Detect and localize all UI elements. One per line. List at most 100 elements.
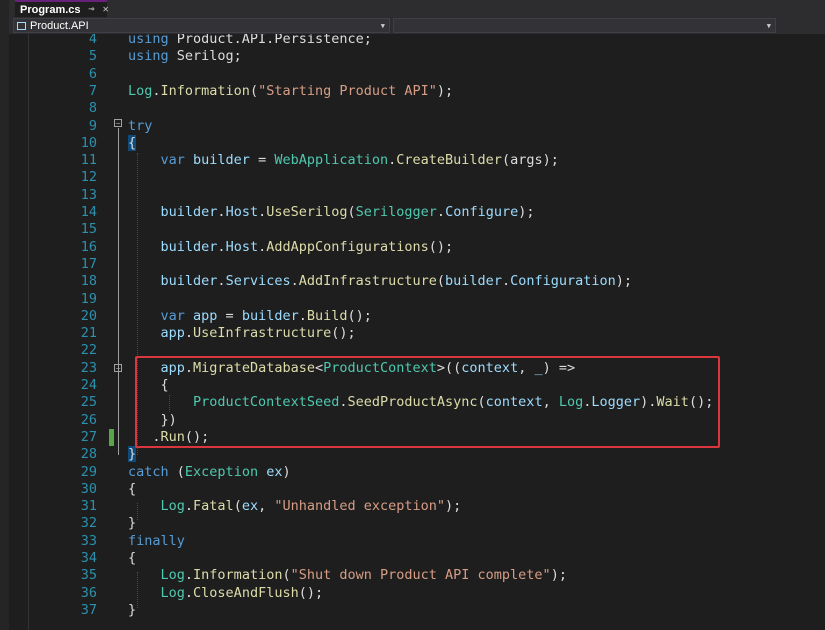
code-token: , — [258, 498, 275, 515]
navigation-bar: Product.API ▼ ▼ — [9, 17, 825, 34]
code-line[interactable]: 8 — [9, 100, 825, 117]
code-token: . — [184, 325, 194, 342]
code-line[interactable]: 29 catch (Exception ex) — [9, 464, 825, 481]
line-number: 33 — [80, 532, 97, 549]
code-line[interactable]: 9 try — [9, 118, 825, 135]
code-text: Log.Information("Starting Product API"); — [128, 83, 453, 100]
code-token: Serilog; — [176, 48, 242, 65]
line-number: 29 — [80, 463, 97, 480]
line-number: 23 — [80, 359, 97, 376]
code-text: Log.Information("Shut down Product API c… — [128, 567, 567, 584]
code-text: Log.CloseAndFlush(); — [128, 585, 324, 602]
code-line[interactable]: 18 builder.Services.AddInfrastructure(bu… — [9, 273, 825, 290]
code-token: . — [258, 238, 267, 255]
code-token: ( — [176, 463, 185, 480]
code-line[interactable]: 32} — [9, 515, 825, 532]
line-number: 27 — [80, 428, 97, 445]
code-line[interactable]: 19 — [9, 291, 825, 308]
code-token: { — [128, 480, 137, 497]
line-number: 12 — [80, 169, 97, 186]
code-token: app — [160, 325, 185, 342]
side-tool-strip[interactable] — [0, 0, 9, 630]
line-number: 36 — [80, 584, 97, 601]
code-token: (); — [347, 307, 372, 324]
code-token: . — [152, 82, 161, 99]
code-token: . — [184, 567, 194, 584]
code-line[interactable]: 17 — [9, 256, 825, 273]
chevron-down-icon: ▼ — [380, 21, 385, 30]
code-token: ); — [445, 498, 462, 515]
code-token: (); — [331, 325, 356, 342]
code-line[interactable]: 30 { — [9, 481, 825, 498]
code-text: using Serilog; — [128, 48, 242, 65]
code-token: = — [217, 307, 242, 324]
code-line[interactable]: 35 Log.Information("Shut down Product AP… — [9, 567, 825, 584]
pin-icon[interactable]: ⊸ — [89, 4, 95, 15]
code-line[interactable]: 13 — [9, 187, 825, 204]
member-dropdown[interactable]: ▼ — [393, 18, 776, 33]
line-number: 21 — [80, 325, 97, 342]
code-line[interactable]: 28} — [9, 446, 825, 463]
indent-guide — [137, 503, 138, 520]
chevron-down-icon: ▼ — [766, 21, 771, 30]
code-editor[interactable]: 4 using Product.API.Persistence; 5 using Se… — [9, 34, 825, 630]
code-token: ex — [241, 498, 259, 515]
code-line[interactable]: 4 using Product.API.Persistence; — [9, 34, 825, 48]
code-line[interactable]: 10 { — [9, 134, 825, 152]
code-line[interactable]: 37} — [9, 602, 825, 619]
code-line[interactable]: 34 { — [9, 550, 825, 567]
code-token: catch — [128, 463, 177, 480]
code-line[interactable]: 20 var app = builder.Build(); — [9, 308, 825, 325]
code-token: ( — [282, 567, 291, 584]
code-token: finally — [128, 532, 185, 549]
code-token: . — [436, 204, 446, 220]
code-line[interactable]: 5 using Serilog; — [9, 48, 825, 65]
code-token: app — [193, 307, 218, 324]
code-line[interactable]: 15 — [9, 221, 825, 238]
code-line[interactable]: 36 Log.CloseAndFlush(); — [9, 585, 825, 602]
code-token: Host — [225, 238, 259, 255]
code-line[interactable]: 14 builder.Host.UseSerilog(Serilogger.Co… — [9, 204, 825, 221]
line-number: 16 — [80, 238, 97, 255]
code-token: ); — [615, 273, 633, 290]
code-token: ( — [436, 273, 446, 290]
line-number: 18 — [80, 273, 97, 290]
line-number: 15 — [80, 221, 97, 238]
line-number: 13 — [80, 186, 97, 203]
code-token: Configuration — [510, 273, 616, 290]
code-token: builder — [160, 238, 218, 255]
code-text: Log.Fatal(ex, "Unhandled exception"); — [128, 498, 462, 515]
code-text: builder.Host.UseSerilog(Serilogger.Confi… — [128, 204, 535, 221]
code-token: try — [128, 117, 153, 134]
code-token: UseSerilog — [266, 204, 348, 220]
fold-toggle-migrate[interactable]: − — [114, 364, 122, 373]
code-token: { — [128, 550, 137, 566]
fold-toggle-try[interactable]: − — [114, 119, 122, 128]
tab-program-cs[interactable]: Program.cs ⊸ ✕ — [15, 0, 109, 17]
code-line[interactable]: 12 — [9, 169, 825, 186]
project-icon — [17, 21, 26, 30]
line-number: 34 — [80, 550, 97, 566]
close-icon[interactable]: ✕ — [103, 4, 109, 15]
line-number: 19 — [80, 290, 97, 307]
project-dropdown[interactable]: Product.API ▼ — [13, 18, 390, 33]
code-token: UseInfrastructure — [193, 325, 332, 342]
line-number: 8 — [88, 100, 97, 117]
code-line[interactable]: 6 — [9, 66, 825, 83]
code-text: finally — [128, 533, 185, 550]
code-line[interactable]: 16 builder.Host.AddAppConfigurations(); — [9, 239, 825, 256]
code-line[interactable]: 11 var builder = WebApplication.CreateBu… — [9, 152, 825, 169]
code-token: . — [298, 307, 307, 324]
line-number: 25 — [80, 394, 97, 411]
code-line[interactable]: 31 Log.Fatal(ex, "Unhandled exception"); — [9, 498, 825, 515]
code-token: . — [217, 204, 226, 220]
code-token: (args); — [501, 152, 559, 169]
code-line[interactable]: 33 finally — [9, 533, 825, 550]
line-number: 5 — [88, 48, 97, 65]
line-number: 4 — [88, 34, 97, 47]
code-token: Services — [225, 273, 291, 290]
code-line[interactable]: 7 Log.Information("Starting Product API")… — [9, 83, 825, 100]
code-line[interactable]: 21 app.UseInfrastructure(); — [9, 325, 825, 342]
